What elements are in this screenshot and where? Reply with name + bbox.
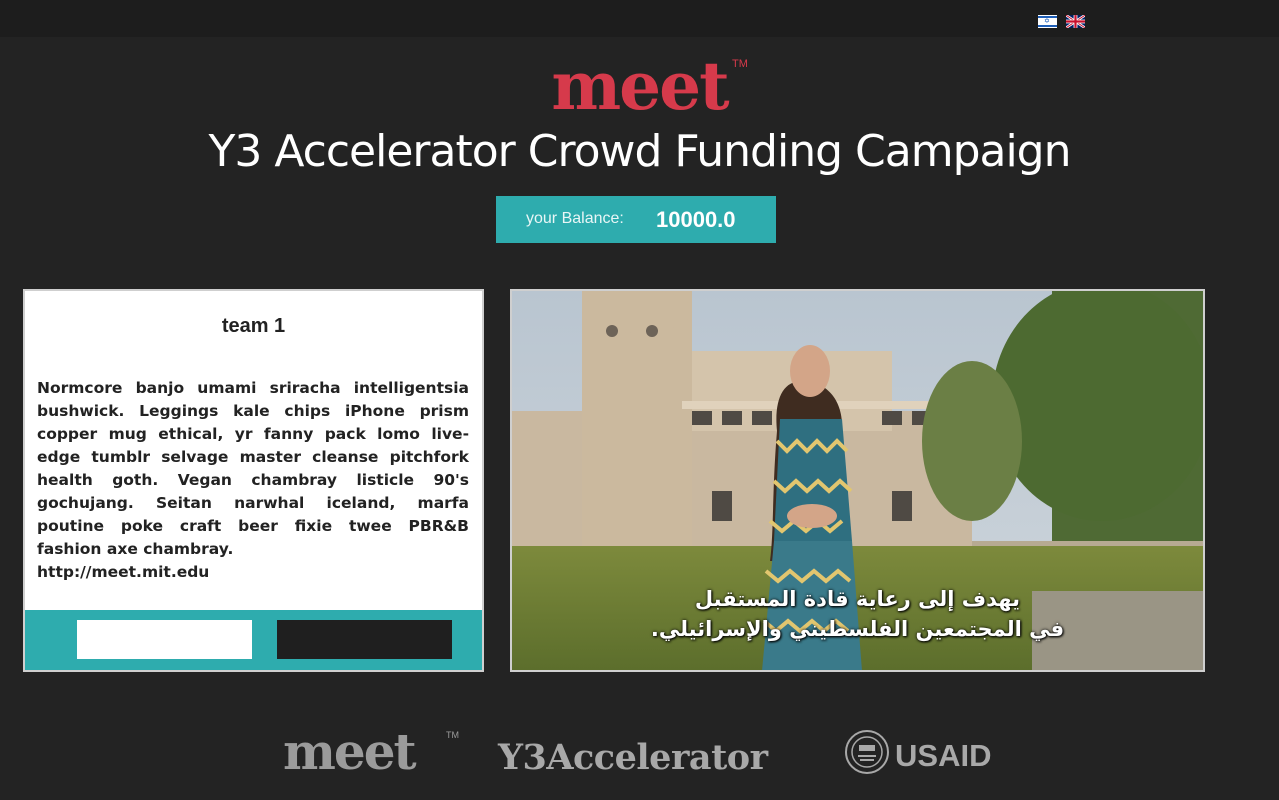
balance-label: your Balance: [526, 210, 624, 227]
meet-partner-trademark: TM [446, 730, 459, 740]
trademark-symbol: TM [732, 58, 748, 70]
y3-accelerator-logo: Y3Accelerator [498, 737, 768, 778]
team-link[interactable]: http://meet.mit.edu [37, 563, 209, 581]
uk-flag-icon[interactable] [1066, 15, 1085, 28]
balance-value: 10000.0 [656, 207, 736, 232]
meet-partner-logo: meet [283, 722, 417, 781]
amount-input-button[interactable] [77, 620, 252, 659]
video-subtitle-line-2: في المجتمعين الفلسطيني والإسرائيلي. [650, 617, 1065, 641]
team-description: Normcore banjo umami sriracha intelligen… [37, 379, 469, 558]
meet-logo-text: meet [551, 47, 729, 125]
top-bar: ✡ [0, 0, 1279, 37]
balance-panel: your Balance: 10000.0 [496, 196, 776, 243]
partner-logos: meet TM Y3Accelerator USAID [0, 722, 1279, 792]
video-player[interactable]: يهدف إلى رعاية قادة المستقبل في المجتمعي… [510, 289, 1205, 672]
invest-button[interactable] [277, 620, 452, 659]
team-card: team 1 Normcore banjo umami sriracha int… [23, 289, 484, 672]
usaid-seal-icon [845, 730, 889, 774]
usaid-logo: USAID [895, 738, 992, 773]
team-card-footer [25, 610, 482, 670]
team-name: team 1 [221, 315, 286, 337]
page-title: Y3 Accelerator Crowd Funding Campaign [208, 126, 1071, 177]
video-frame [512, 291, 1203, 670]
video-subtitle-line-1: يهدف إلى رعاية قادة المستقبل [694, 587, 1021, 611]
israel-flag-icon[interactable]: ✡ [1038, 15, 1057, 28]
meet-logo: meet TM [0, 50, 1279, 122]
